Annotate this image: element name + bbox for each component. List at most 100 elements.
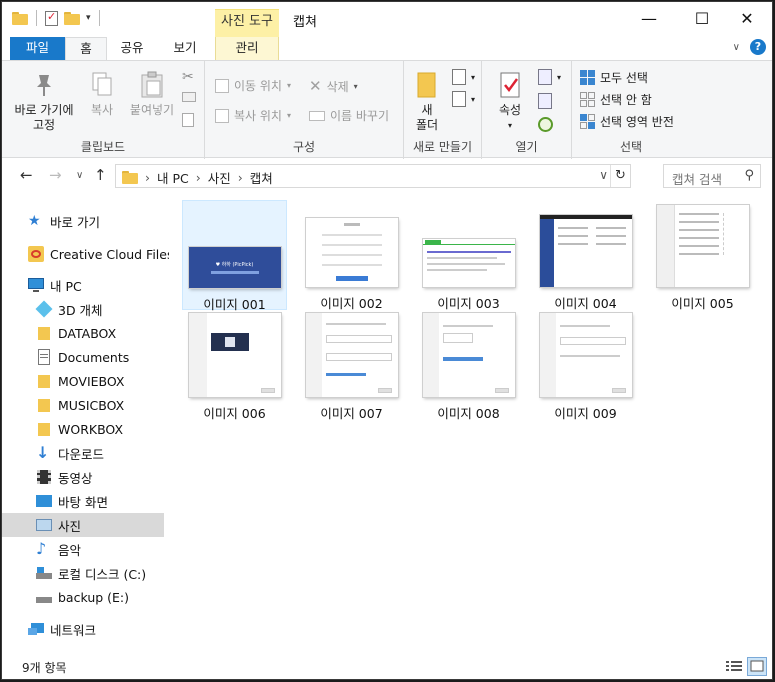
- thumbnail: [422, 239, 515, 287]
- nav-item-local-disk-c[interactable]: 로컬 디스크 (C:): [2, 561, 164, 585]
- customize-toolbar-dropdown[interactable]: ▾: [86, 13, 91, 23]
- help-icon[interactable]: ?: [750, 39, 766, 55]
- breadcrumb-pictures[interactable]: 사진: [208, 168, 231, 187]
- pin-quick-access-button[interactable]: 바로 가기에 고정: [10, 71, 78, 133]
- new-group: 새 폴더 ▾ ▾ 새로 만들기: [404, 61, 482, 159]
- nav-item-documents[interactable]: Documents: [2, 345, 164, 369]
- thumbnail: [539, 215, 632, 287]
- search-icon[interactable]: ⚲: [744, 168, 754, 183]
- copy-path-icon: [182, 92, 196, 102]
- back-arrow-icon[interactable]: ←: [20, 166, 33, 184]
- file-item-001[interactable]: ♥ 하하 (PicPick) 이미지 001: [182, 200, 287, 312]
- nav-item-desktop[interactable]: 바탕 화면: [2, 489, 164, 513]
- tab-view[interactable]: 보기: [157, 37, 213, 60]
- file-item-004[interactable]: 이미지 004: [533, 200, 638, 311]
- move-to-button[interactable]: 이동 위치 ▾: [215, 77, 291, 94]
- nav-item-moviebox[interactable]: MOVIEBOX: [2, 369, 164, 393]
- tab-file[interactable]: 파일: [10, 37, 65, 60]
- pin-label-line2: 고정: [32, 118, 56, 132]
- cube-icon: [35, 300, 53, 318]
- nav-item-label: Creative Cloud Files: [50, 246, 174, 262]
- properties-icon[interactable]: [45, 10, 58, 26]
- details-view-icon[interactable]: [724, 657, 744, 676]
- nav-item-musicbox[interactable]: MUSICBOX: [2, 393, 164, 417]
- folder-icon[interactable]: [12, 11, 28, 25]
- history-icon: [538, 117, 553, 132]
- forward-arrow-icon[interactable]: →: [49, 166, 62, 184]
- copy-to-button[interactable]: 복사 위치 ▾: [215, 107, 291, 124]
- nav-item-music[interactable]: ♪ 음악: [2, 537, 164, 561]
- nav-item-creative-cloud[interactable]: Creative Cloud Files: [2, 242, 174, 266]
- file-item-008[interactable]: 이미지 008: [416, 310, 521, 421]
- search-box[interactable]: 캡쳐 검색 ⚲: [663, 164, 761, 188]
- invert-selection-button[interactable]: 선택 영역 반전: [580, 113, 674, 130]
- breadcrumb-capture[interactable]: 캡쳐: [250, 168, 273, 187]
- address-dropdown-icon[interactable]: ∨: [599, 168, 608, 182]
- nav-item-label: MOVIEBOX: [58, 373, 125, 389]
- folder-icon: [36, 421, 52, 437]
- nav-item-backup-e[interactable]: backup (E:): [2, 585, 164, 609]
- nav-item-downloads[interactable]: ↓ 다운로드: [2, 441, 164, 465]
- copy-button[interactable]: 복사: [82, 71, 122, 118]
- new-folder-button[interactable]: 새 폴더: [412, 71, 442, 133]
- copy-path-button[interactable]: [182, 92, 196, 102]
- tab-home[interactable]: 홈: [65, 37, 107, 61]
- easy-access-button[interactable]: ▾: [452, 91, 475, 107]
- copy-to-icon: [215, 108, 229, 123]
- tab-share[interactable]: 공유: [107, 37, 157, 60]
- clipboard-group: 바로 가기에 고정 복사 붙여넣기 ✂ 클립보드: [2, 61, 205, 159]
- edit-icon: [538, 93, 552, 109]
- document-icon: [36, 349, 52, 365]
- new-item-button[interactable]: ▾: [452, 69, 475, 85]
- nav-item-pictures[interactable]: 사진: [2, 513, 164, 537]
- navigation-bar: ← → ∨ ↑ › 내 PC › 사진 › 캡쳐 ∨ ↻ 캡쳐 검색 ⚲: [2, 160, 772, 190]
- recent-locations-dropdown[interactable]: ∨: [76, 170, 83, 181]
- cut-button[interactable]: ✂: [182, 69, 194, 85]
- paste-button[interactable]: 붙여넣기: [126, 71, 178, 118]
- paste-shortcut-button[interactable]: [182, 113, 194, 127]
- collapse-ribbon-icon[interactable]: ∨: [733, 42, 740, 53]
- edit-button[interactable]: [538, 93, 552, 109]
- nav-item-databox[interactable]: DATABOX: [2, 321, 164, 345]
- breadcrumb-this-pc[interactable]: 내 PC: [157, 168, 189, 187]
- file-item-007[interactable]: 이미지 007: [299, 310, 404, 421]
- search-input[interactable]: 캡쳐 검색: [672, 169, 722, 188]
- nav-item-this-pc[interactable]: 내 PC: [2, 273, 164, 297]
- new-folder-icon[interactable]: [64, 11, 80, 25]
- select-none-button[interactable]: 선택 안 함: [580, 91, 652, 108]
- close-button[interactable]: ✕: [724, 2, 770, 36]
- select-all-button[interactable]: 모두 선택: [580, 69, 648, 86]
- copy-label: 복사: [90, 103, 114, 117]
- rename-button[interactable]: 이름 바꾸기: [309, 107, 389, 124]
- nav-item-workbox[interactable]: WORKBOX: [2, 417, 164, 441]
- nav-item-3d-objects[interactable]: 3D 개체: [2, 297, 164, 321]
- nav-item-label: DATABOX: [58, 325, 117, 341]
- up-arrow-icon[interactable]: ↑: [94, 166, 107, 184]
- address-bar[interactable]: › 내 PC › 사진 › 캡쳐 ∨ ↻: [115, 164, 631, 188]
- open-button[interactable]: ▾: [538, 69, 561, 85]
- thumbnail-caption: ♥ 하하 (PicPick): [215, 262, 254, 268]
- properties-button[interactable]: 속성 ▾: [492, 71, 528, 133]
- nav-item-quick-access[interactable]: ★ 바로 가기: [2, 209, 164, 233]
- nav-item-label: WORKBOX: [58, 421, 124, 437]
- explorer-window: ▾ 사진 도구 캡쳐 — ☐ ✕ 파일 홈 공유 보기 관리 ∨ ? 바로 가기…: [1, 1, 773, 680]
- history-button[interactable]: [538, 117, 553, 132]
- refresh-icon[interactable]: ↻: [610, 165, 630, 187]
- nav-item-network[interactable]: 네트워크: [2, 617, 164, 641]
- maximize-button[interactable]: ☐: [679, 2, 725, 36]
- delete-button[interactable]: ✕ 삭제 ▾: [309, 77, 358, 95]
- file-item-006[interactable]: 이미지 006: [182, 310, 287, 421]
- file-item-002[interactable]: 이미지 002: [299, 200, 404, 311]
- open-icon: [538, 69, 552, 85]
- star-icon: ★: [28, 213, 41, 229]
- file-item-003[interactable]: 이미지 003: [416, 200, 521, 311]
- file-item-005[interactable]: 이미지 005: [650, 200, 755, 311]
- nav-item-videos[interactable]: 동영상: [2, 465, 164, 489]
- tab-manage[interactable]: 관리: [215, 37, 279, 60]
- nav-item-label: 내 PC: [50, 278, 82, 294]
- desktop-icon: [36, 493, 52, 509]
- large-icons-view-icon[interactable]: [747, 657, 767, 676]
- dropdown-arrow-icon: ▾: [471, 94, 476, 104]
- file-item-009[interactable]: 이미지 009: [533, 310, 638, 421]
- minimize-button[interactable]: —: [626, 2, 672, 36]
